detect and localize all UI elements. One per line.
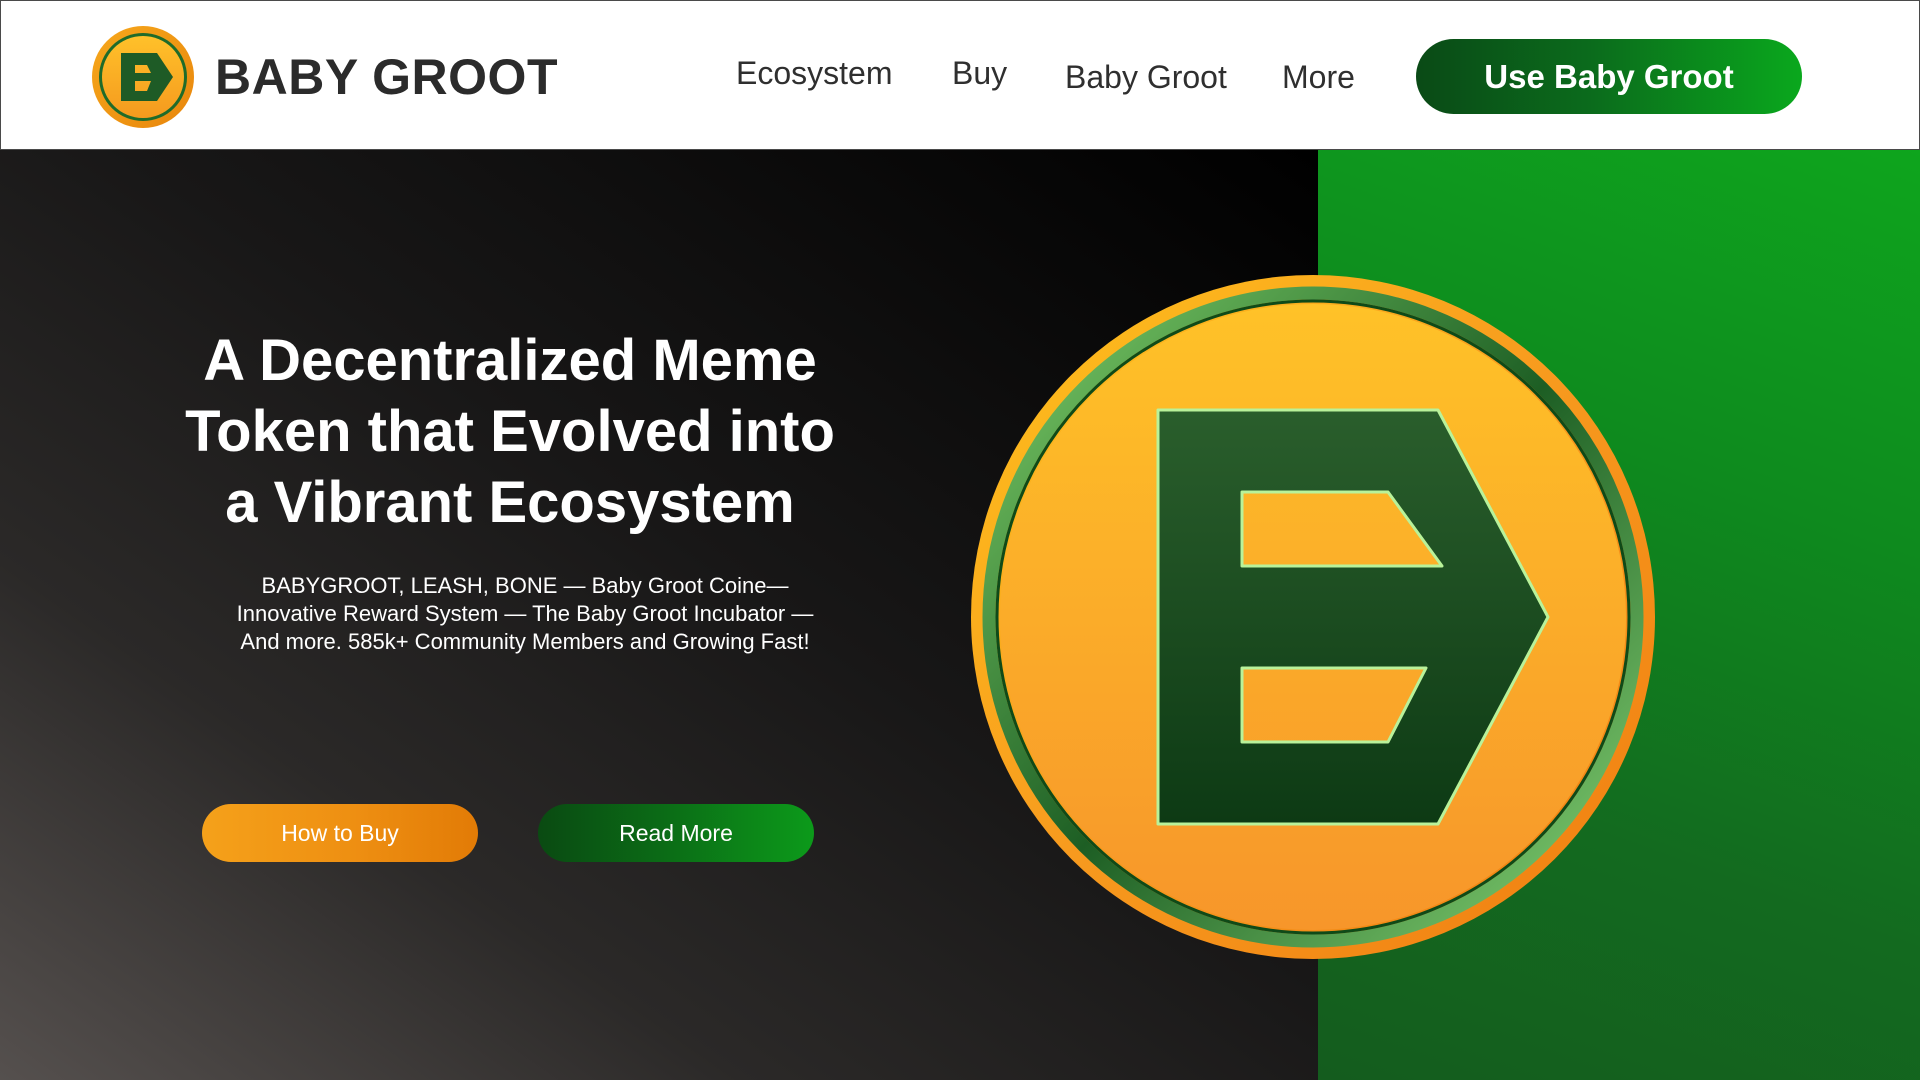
subtext-line-2: Innovative Reward System — The Baby Groo… — [236, 601, 814, 626]
subtext-line-1: BABYGROOT, LEASH, BONE — Baby Groot Coin… — [261, 573, 789, 598]
logo-icon[interactable] — [91, 25, 195, 129]
headline-line-2: Token that Evolved into — [185, 399, 835, 464]
nav-more[interactable]: More — [1282, 57, 1355, 97]
brand-name[interactable]: BABY GROOT — [215, 47, 558, 107]
hero-subtext: BABYGROOT, LEASH, BONE — Baby Groot Coin… — [200, 572, 850, 656]
how-to-buy-button[interactable]: How to Buy — [202, 804, 478, 862]
headline-line-1: A Decentralized Meme — [203, 328, 817, 393]
use-baby-groot-button[interactable]: Use Baby Groot — [1416, 39, 1802, 114]
nav-buy[interactable]: Buy — [952, 53, 1007, 93]
hero-section: A Decentralized Meme Token that Evolved … — [0, 150, 1920, 1080]
hero-headline: A Decentralized Meme Token that Evolved … — [170, 325, 850, 538]
nav-ecosystem[interactable]: Ecosystem — [736, 53, 892, 93]
headline-line-3: a Vibrant Ecosystem — [225, 470, 795, 535]
nav-baby-groot[interactable]: Baby Groot — [1065, 57, 1227, 97]
site-header: BABY GROOT Ecosystem Buy Baby Groot More… — [0, 0, 1920, 150]
read-more-button[interactable]: Read More — [538, 804, 814, 862]
subtext-line-3: And more. 585k+ Community Members and Gr… — [240, 629, 810, 654]
baby-groot-coin-icon — [970, 274, 1656, 960]
